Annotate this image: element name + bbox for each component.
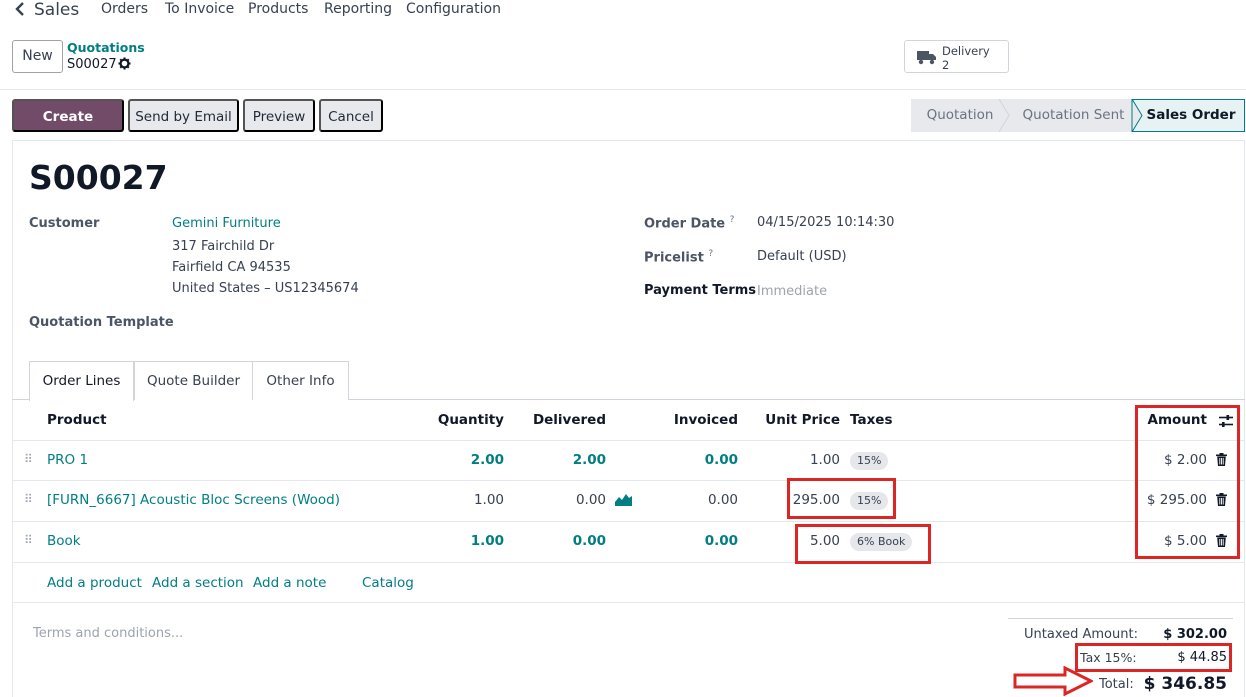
menu-to-invoice[interactable]: To Invoice bbox=[165, 1, 234, 17]
create-invoice-button[interactable]: Create Invoice bbox=[12, 99, 124, 158]
row-divider bbox=[12, 521, 1245, 522]
total-value: $ 346.85 bbox=[1143, 674, 1227, 694]
col-unit-price[interactable]: Unit Price bbox=[740, 412, 840, 428]
catalog-link[interactable]: Catalog bbox=[362, 575, 414, 591]
quotation-template-label: Quotation Template bbox=[29, 315, 174, 330]
customer-name[interactable]: Gemini Furniture bbox=[172, 216, 281, 231]
untaxed-value: $ 302.00 bbox=[1163, 627, 1227, 642]
truck-icon bbox=[917, 49, 937, 69]
row-delivered[interactable]: 0.00 bbox=[506, 533, 606, 549]
status-bar: Quotation Quotation Sent Sales Order bbox=[911, 99, 1245, 132]
add-note-link[interactable]: Add a note bbox=[253, 575, 326, 591]
smart-button-value: 2 bbox=[942, 58, 950, 72]
row-product[interactable]: PRO 1 bbox=[47, 452, 88, 468]
add-product-link[interactable]: Add a product bbox=[47, 575, 142, 591]
delivery-smart-button[interactable]: Delivery 2 bbox=[904, 40, 1009, 73]
address-line-3: United States – US12345674 bbox=[172, 281, 359, 296]
row-divider bbox=[12, 602, 1245, 603]
gear-icon[interactable] bbox=[118, 57, 131, 74]
menu-products[interactable]: Products bbox=[248, 1, 308, 17]
highlight-amount-column bbox=[1135, 405, 1240, 559]
untaxed-label: Untaxed Amount: bbox=[1024, 627, 1138, 642]
new-button[interactable]: New bbox=[12, 40, 63, 73]
drag-handle-icon[interactable]: ⠿ bbox=[24, 492, 33, 506]
help-icon: ? bbox=[729, 215, 735, 225]
row-unit-price[interactable]: 1.00 bbox=[740, 452, 840, 468]
stage-quotation[interactable]: Quotation bbox=[911, 99, 1009, 132]
help-icon: ? bbox=[708, 249, 714, 259]
col-quantity[interactable]: Quantity bbox=[404, 412, 504, 428]
row-product[interactable]: Book bbox=[47, 533, 81, 549]
stage-quotation-sent[interactable]: Quotation Sent bbox=[1011, 99, 1136, 132]
row-divider bbox=[12, 480, 1245, 481]
preview-button[interactable]: Preview bbox=[243, 99, 315, 132]
totals-divider bbox=[1008, 618, 1233, 619]
breadcrumb-quotations[interactable]: Quotations bbox=[67, 40, 145, 55]
menu-reporting[interactable]: Reporting bbox=[324, 1, 392, 17]
address-line-2: Fairfield CA 94535 bbox=[172, 260, 291, 275]
send-by-email-button[interactable]: Send by Email bbox=[128, 99, 239, 132]
row-invoiced[interactable]: 0.00 bbox=[638, 533, 738, 549]
col-invoiced[interactable]: Invoiced bbox=[638, 412, 738, 428]
back-chevron-icon[interactable] bbox=[14, 0, 26, 23]
highlight-row3-price bbox=[795, 524, 931, 564]
row-invoiced[interactable]: 0.00 bbox=[638, 452, 738, 468]
smart-button-label: Delivery bbox=[942, 44, 990, 58]
breadcrumb-current: S00027 bbox=[67, 57, 117, 72]
forecast-chart-icon[interactable] bbox=[615, 493, 632, 510]
row-divider bbox=[12, 562, 1245, 563]
menu-configuration[interactable]: Configuration bbox=[406, 1, 501, 17]
top-nav: Sales Orders To Invoice Products Reporti… bbox=[0, 0, 1246, 22]
tax-badge[interactable]: 15% bbox=[850, 452, 889, 470]
drag-handle-icon[interactable]: ⠿ bbox=[24, 452, 33, 466]
payment-terms-field[interactable]: Immediate bbox=[757, 284, 827, 299]
address-line-1: 317 Fairchild Dr bbox=[172, 239, 275, 254]
col-taxes[interactable]: Taxes bbox=[850, 412, 892, 428]
row-quantity[interactable]: 2.00 bbox=[404, 452, 504, 468]
col-delivered[interactable]: Delivered bbox=[506, 412, 606, 428]
control-panel: New Quotations S00027 Delivery 2 bbox=[0, 22, 1246, 90]
payment-terms-label: Payment Terms bbox=[644, 283, 757, 298]
pricelist-value[interactable]: Default (USD) bbox=[757, 249, 847, 264]
tab-quote-builder[interactable]: Quote Builder bbox=[134, 361, 253, 400]
row-delivered[interactable]: 2.00 bbox=[506, 452, 606, 468]
highlight-tax-line bbox=[1075, 643, 1232, 672]
app-name[interactable]: Sales bbox=[34, 0, 79, 20]
pricelist-label: Pricelist ? bbox=[644, 249, 714, 266]
row-quantity[interactable]: 1.00 bbox=[404, 533, 504, 549]
cancel-button[interactable]: Cancel bbox=[319, 99, 383, 132]
order-date-value[interactable]: 04/15/2025 10:14:30 bbox=[757, 215, 894, 230]
highlight-row2-price bbox=[787, 478, 896, 519]
terms-input[interactable]: Terms and conditions... bbox=[33, 626, 183, 641]
add-section-link[interactable]: Add a section bbox=[152, 575, 244, 591]
row-quantity[interactable]: 1.00 bbox=[404, 492, 504, 508]
menu-orders[interactable]: Orders bbox=[101, 1, 148, 17]
order-date-label: Order Date ? bbox=[644, 215, 735, 232]
tab-other-info[interactable]: Other Info bbox=[252, 361, 349, 400]
row-delivered[interactable]: 0.00 bbox=[506, 492, 606, 508]
customer-label: Customer bbox=[29, 216, 100, 231]
stage-sales-order[interactable]: Sales Order bbox=[1140, 99, 1242, 132]
arrow-annotation-icon bbox=[1013, 665, 1095, 697]
row-divider bbox=[12, 440, 1245, 441]
record-title: S00027 bbox=[29, 158, 168, 197]
row-invoiced[interactable]: 0.00 bbox=[638, 492, 738, 508]
drag-handle-icon[interactable]: ⠿ bbox=[24, 533, 33, 547]
tab-order-lines[interactable]: Order Lines bbox=[29, 361, 134, 401]
col-product[interactable]: Product bbox=[47, 412, 107, 428]
row-product[interactable]: [FURN_6667] Acoustic Bloc Screens (Wood) bbox=[47, 492, 340, 508]
